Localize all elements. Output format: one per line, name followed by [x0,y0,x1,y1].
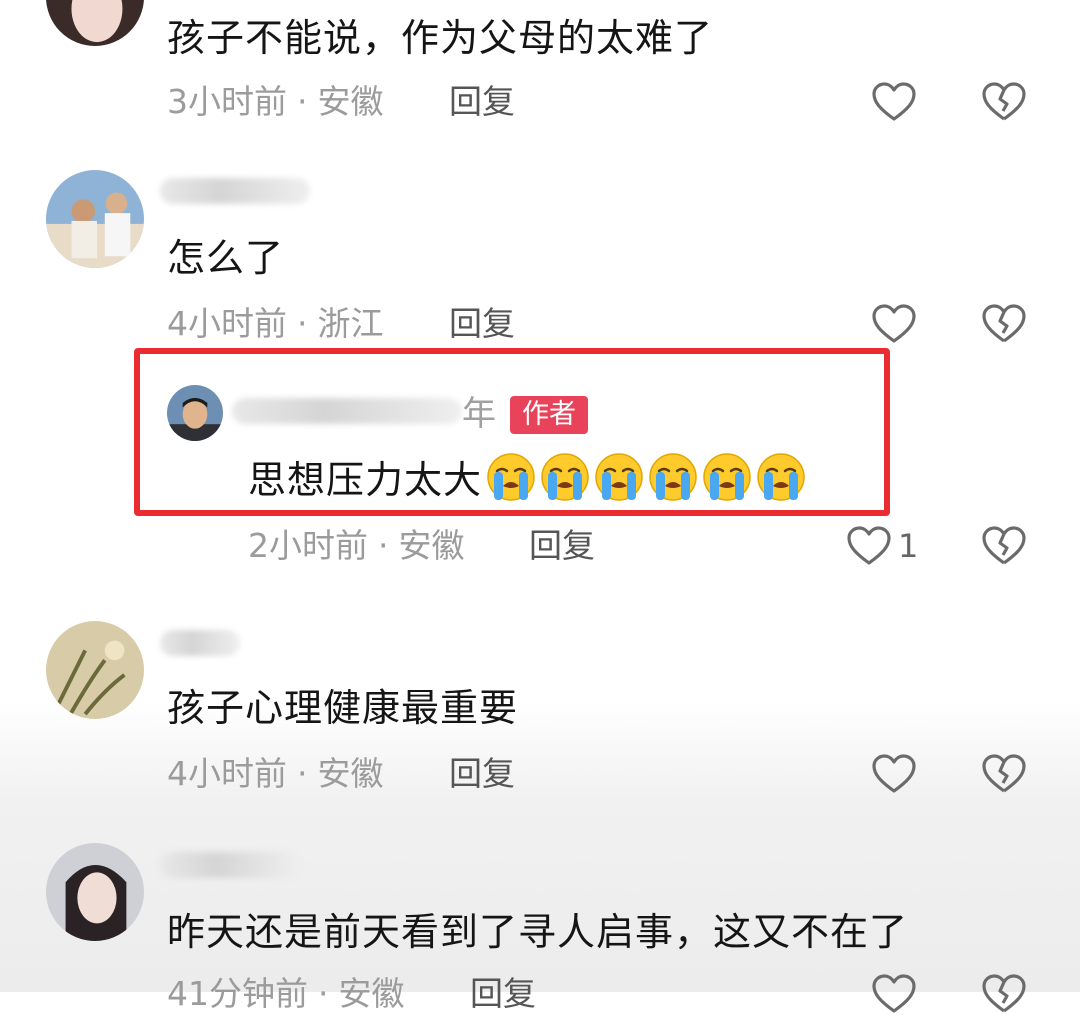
broken-heart-icon[interactable] [980,522,1028,570]
broken-heart-icon[interactable] [980,750,1028,798]
loudly-crying-face-icon [702,452,752,502]
comment-text: 思想压力太大 [248,452,806,504]
avatar[interactable] [46,843,144,941]
loudly-crying-face-icon [594,452,644,502]
comment-time: 3小时前 [167,82,287,121]
comment-text-content: 思想压力太大 [248,458,483,502]
username-blurred[interactable] [160,178,310,204]
comment-location: 安徽 [317,754,384,793]
reply-button[interactable]: 回复 [529,526,595,566]
like-count: 1 [898,527,919,565]
comment-meta: 4小时前 · 浙江 [167,304,384,344]
broken-heart-icon[interactable] [980,78,1028,126]
comment-location: 浙江 [317,304,384,343]
author-badge: 作者 [510,396,588,434]
comment-time: 2小时前 [248,526,368,565]
loudly-crying-face-icon [486,452,536,502]
heart-outline-icon[interactable] [870,970,918,1018]
username-blurred[interactable] [232,398,462,424]
comment-time: 41分钟前 [167,974,308,1013]
heart-outline-icon[interactable] [870,78,918,126]
avatar[interactable] [167,385,223,441]
comment-text: 昨天还是前天看到了寻人启事，这又不在了 [167,910,909,954]
meta-separator: · [378,526,389,565]
comment-location: 安徽 [317,82,384,121]
comment-meta: 4小时前 · 安徽 [167,754,384,794]
username-blurred[interactable] [160,630,240,656]
emoji-row [482,453,806,502]
heart-outline-icon[interactable] [870,300,918,348]
avatar[interactable] [46,0,144,46]
loudly-crying-face-icon [540,452,590,502]
loudly-crying-face-icon [756,452,806,502]
meta-separator: · [297,304,308,343]
comment-location: 安徽 [398,526,465,565]
avatar[interactable] [46,170,144,268]
meta-separator: · [297,754,308,793]
comment-meta: 3小时前 · 安徽 [167,82,384,122]
comment-meta: 2小时前 · 安徽 [248,526,465,566]
comment-time: 4小时前 [167,754,287,793]
heart-outline-icon[interactable] [845,522,893,570]
comment-text: 怎么了 [167,236,285,280]
comment-location: 安徽 [338,974,405,1013]
avatar[interactable] [46,621,144,719]
comment-time: 4小时前 [167,304,287,343]
comment-text: 孩子不能说，作为父母的太难了 [167,16,714,60]
meta-separator: · [318,974,329,1013]
username-blurred[interactable] [160,852,300,878]
author-name[interactable]: 年 [462,390,497,438]
reply-button[interactable]: 回复 [449,304,515,344]
reply-button[interactable]: 回复 [449,82,515,122]
broken-heart-icon[interactable] [980,300,1028,348]
comment-text: 孩子心理健康最重要 [167,686,519,730]
comment-meta: 41分钟前 · 安徽 [167,974,405,1014]
heart-outline-icon[interactable] [870,750,918,798]
reply-button[interactable]: 回复 [449,754,515,794]
meta-separator: · [297,82,308,121]
loudly-crying-face-icon [648,452,698,502]
reply-button[interactable]: 回复 [470,974,536,1014]
broken-heart-icon[interactable] [980,970,1028,1018]
